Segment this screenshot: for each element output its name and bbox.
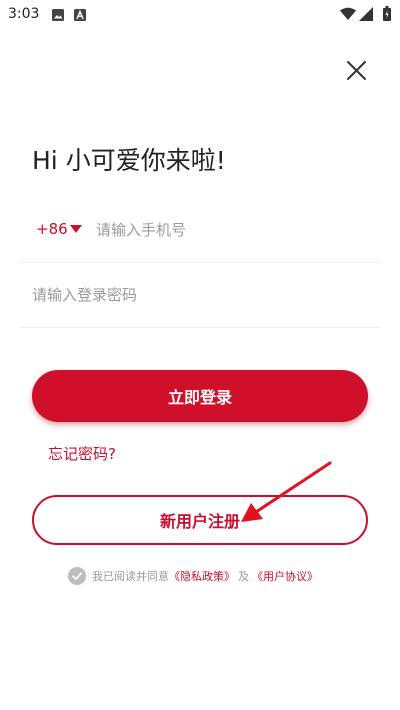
login-button[interactable]: 立即登录 — [32, 370, 368, 422]
status-time: 3:03 — [8, 6, 40, 22]
status-bar: 3:03 — [0, 0, 400, 30]
country-code-selector[interactable]: +86 — [36, 220, 68, 238]
user-agreement-link[interactable]: 《用户协议》 — [252, 568, 318, 584]
phone-row: +86 — [20, 198, 380, 263]
agree-checkbox[interactable] — [68, 567, 86, 585]
password-input[interactable] — [32, 283, 362, 307]
agreement-row: 我已阅读并同意 《隐私政策》 及 《用户协议》 — [68, 565, 318, 587]
register-button[interactable]: 新用户注册 — [32, 495, 368, 545]
close-icon — [347, 61, 366, 80]
agreement-prefix: 我已阅读并同意 — [92, 570, 169, 583]
forgot-password-link[interactable]: 忘记密码? — [48, 443, 116, 464]
agreement-separator: 及 — [238, 570, 249, 583]
greeting-title: Hi 小可爱你来啦! — [32, 146, 226, 175]
register-button-label: 新用户注册 — [159, 512, 240, 531]
check-icon — [72, 572, 82, 580]
battery-icon — [383, 6, 391, 21]
image-icon — [52, 9, 64, 21]
login-button-label: 立即登录 — [167, 388, 232, 407]
annotation-arrow-icon — [241, 461, 332, 522]
wifi-icon — [340, 7, 356, 20]
a-letter-icon — [74, 9, 86, 21]
phone-input[interactable] — [96, 218, 366, 242]
triangle-down-icon[interactable] — [70, 225, 82, 233]
signal-icon — [359, 7, 373, 21]
close-button[interactable] — [340, 56, 372, 88]
privacy-policy-link[interactable]: 《隐私政策》 — [169, 568, 235, 584]
password-row — [20, 263, 380, 328]
